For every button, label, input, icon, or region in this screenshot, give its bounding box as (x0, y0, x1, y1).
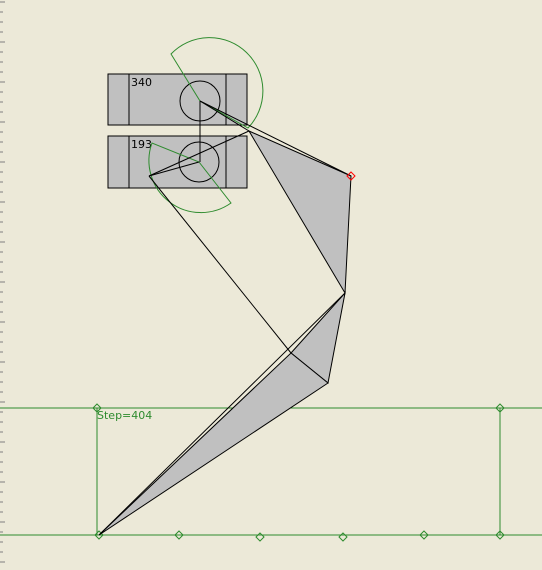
rod-bottom-to-knee[interactable] (148, 175, 292, 354)
leg-upper-segment[interactable] (247, 129, 352, 295)
frame-markers (92, 403, 505, 542)
workspace-frame (0, 407, 542, 536)
leg[interactable] (98, 129, 352, 536)
motor-bottom[interactable]: 193 (107, 135, 248, 189)
motor-top-value: 340 (131, 76, 152, 89)
mechanism-canvas[interactable]: Step=404 340 193 (0, 0, 542, 570)
motor-bottom-value: 193 (131, 138, 152, 151)
marker-bottom-4[interactable] (338, 532, 348, 542)
leg-lower-segment[interactable] (98, 352, 329, 536)
step-label: Step=404 (97, 409, 152, 422)
left-ruler (0, 1, 5, 563)
marker-bottom-3[interactable] (255, 532, 265, 542)
